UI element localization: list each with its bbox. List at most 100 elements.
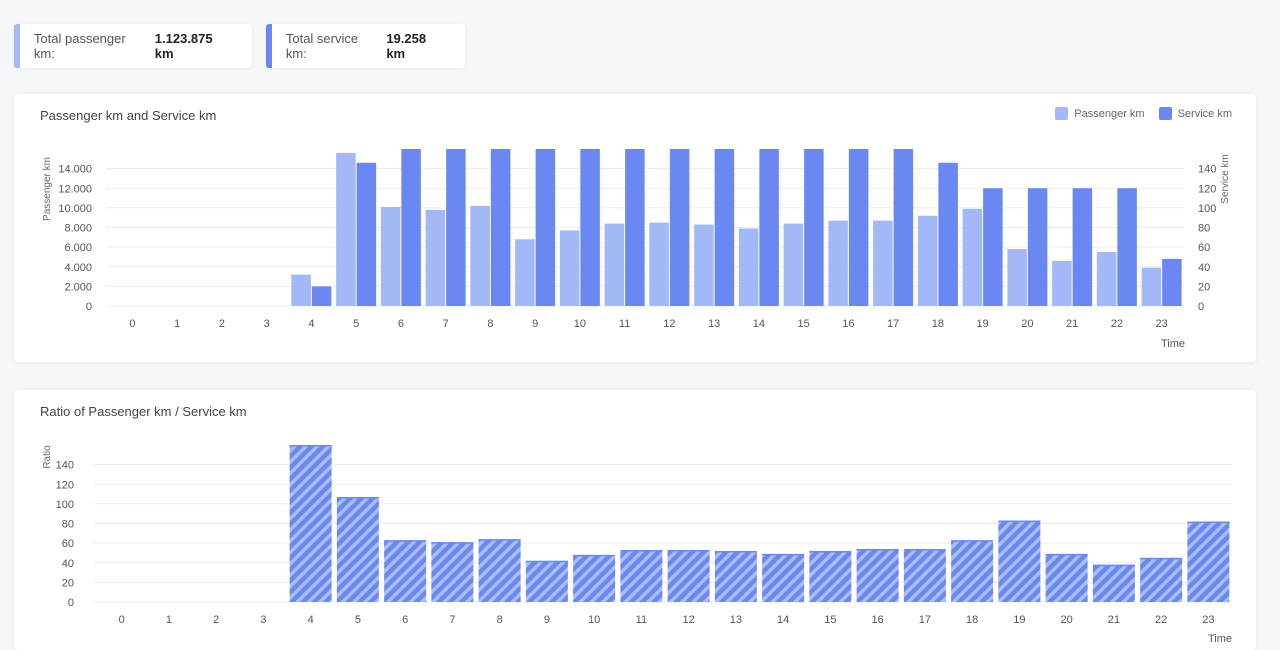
chart1-bar-passenger <box>694 224 714 306</box>
chart1-bar-passenger <box>917 215 938 306</box>
chart1-bar-service <box>490 149 511 306</box>
chart1-bar-passenger <box>738 228 759 306</box>
chart2-bar-top-edge <box>1187 521 1230 524</box>
chart1-xtick: 9 <box>532 318 538 330</box>
chart1-bar-passenger <box>291 274 311 306</box>
chart1-ytick-right: 20 <box>1198 281 1210 293</box>
chart1-ytick-right: 120 <box>1198 183 1216 195</box>
chart1-bar-service <box>893 149 914 306</box>
chart1-xtick: 7 <box>443 318 449 330</box>
chart1-xtick: 21 <box>1066 318 1078 330</box>
chart1-bar-service <box>580 149 600 306</box>
chart2-bar-top-edge <box>998 520 1041 523</box>
chart1-bar-passenger <box>1007 249 1027 306</box>
chart2-bar-top-edge <box>620 549 663 552</box>
chart2-bar-ratio <box>809 550 852 602</box>
chart2-bar-top-edge <box>573 554 616 557</box>
chart2-xtick: 7 <box>449 614 455 626</box>
chart2-xtick: 18 <box>966 614 978 626</box>
chart1-bar-service <box>401 149 421 306</box>
chart2-bar-top-edge <box>856 549 899 551</box>
chart1-bar-service <box>535 149 556 306</box>
chart1-ytick-left: 14.000 <box>58 164 92 176</box>
chart1-ytick-right: 100 <box>1198 203 1216 215</box>
chart2-bar-ratio <box>903 549 946 602</box>
chart1-bar-passenger <box>380 206 401 306</box>
chart2-ytick: 120 <box>56 479 74 491</box>
chart2-xtick: 2 <box>213 614 219 626</box>
chart2-bar-top-edge <box>1045 553 1088 556</box>
chart1-svg: 0 2.000 4.000 6.000 8.000 10.000 12.000 14.000 0… <box>42 149 1231 350</box>
chart1-bar-passenger <box>1096 252 1117 306</box>
chart1-bar-service <box>848 149 869 306</box>
passenger-color-stripe <box>14 24 20 68</box>
chart1-xtick: 12 <box>663 318 675 330</box>
chart1-ytick-left: 2.000 <box>64 281 92 293</box>
chart1-xtick: 1 <box>174 318 180 330</box>
total-passenger-km-card: Total passenger km: 1.123.875 km <box>14 24 252 68</box>
chart1-xtick: 20 <box>1021 318 1033 330</box>
chart1-bar-service <box>1027 188 1048 306</box>
chart2-bar-ratio <box>478 539 521 602</box>
passenger-service-km-chart-card: Passenger km and Service km Passenger km… <box>14 94 1256 362</box>
chart2-bar-ratio <box>431 542 474 602</box>
chart1-bar-passenger <box>425 209 446 306</box>
chart1-xtick: 8 <box>487 318 493 330</box>
chart2-xtick: 14 <box>777 614 789 626</box>
chart2-bar-ratio <box>762 553 805 602</box>
chart2-bar-top-edge <box>478 539 521 541</box>
chart2-ylabel: Ratio <box>42 445 53 469</box>
chart1-ytick-right: 40 <box>1198 262 1210 274</box>
chart1-bar-service <box>804 149 824 306</box>
chart2-xtick: 20 <box>1061 614 1073 626</box>
chart2-xtick: 8 <box>497 614 503 626</box>
chart1-xtick: 22 <box>1111 318 1123 330</box>
chart2-bar-top-edge <box>667 549 710 552</box>
chart1-xtick: 15 <box>798 318 810 330</box>
chart1-bar-passenger <box>783 223 804 306</box>
chart1-ytick-left: 4.000 <box>64 262 92 274</box>
chart1-xtick: 2 <box>219 318 225 330</box>
chart2-bar-top-edge <box>762 553 805 556</box>
chart2-xtick: 21 <box>1108 614 1120 626</box>
chart2-bar-ratio <box>573 554 616 602</box>
chart1-ytick-left: 6.000 <box>64 242 92 254</box>
chart1-bar-passenger <box>962 208 983 306</box>
chart2-xtick: 10 <box>588 614 600 626</box>
chart1-bar-passenger <box>559 230 580 306</box>
chart2-xtick: 23 <box>1202 614 1214 626</box>
chart1-bar-service <box>311 286 332 306</box>
chart2-bar-top-edge <box>525 560 568 563</box>
chart1-ylabel-left: Passenger km <box>42 157 53 221</box>
chart2-xtick: 9 <box>544 614 550 626</box>
chart1-xtick: 14 <box>753 318 765 330</box>
total-service-km-card: Total service km: 19.258 km <box>266 24 465 68</box>
chart2-xtick: 11 <box>636 614 647 626</box>
chart1-bar-service <box>669 149 690 306</box>
chart2-xtick: 1 <box>166 614 172 626</box>
chart2-bar-ratio <box>384 540 427 602</box>
chart1-bar-service <box>1072 188 1093 306</box>
chart2-bar-ratio <box>525 560 568 602</box>
chart2-xtick: 3 <box>260 614 266 626</box>
total-service-km-label: Total service km: <box>285 31 359 61</box>
chart1-bar-service <box>625 149 645 306</box>
chart2-ytick: 0 <box>68 597 74 609</box>
chart2-bar-ratio <box>336 497 379 602</box>
chart2-bar-ratio <box>667 549 710 602</box>
chart2-bar-top-edge <box>431 542 474 544</box>
chart2-svg: 0204060801001201400 1 2 3 4 5 6 7 8 9 10 11 12 13 14 15… <box>42 445 1232 645</box>
chart1-xtick: 4 <box>308 318 314 330</box>
chart2-ytick: 60 <box>62 538 74 550</box>
chart1-bar-service <box>1162 258 1182 306</box>
chart1-bar-passenger <box>873 220 893 306</box>
chart1-bar-passenger <box>604 223 625 306</box>
chart2-xlabel: Time <box>1208 633 1232 645</box>
chart1-xtick: 16 <box>842 318 854 330</box>
chart1-xtick: 17 <box>887 318 899 330</box>
ratio-chart-card: Ratio of Passenger km / Service km 0 20 40… <box>14 390 1256 650</box>
total-service-km-value: 19.258 km <box>386 31 427 61</box>
chart1-bar-passenger <box>515 239 535 306</box>
chart2-ytick: 140 <box>56 460 74 472</box>
chart1-xlabel: Time <box>1161 338 1185 350</box>
